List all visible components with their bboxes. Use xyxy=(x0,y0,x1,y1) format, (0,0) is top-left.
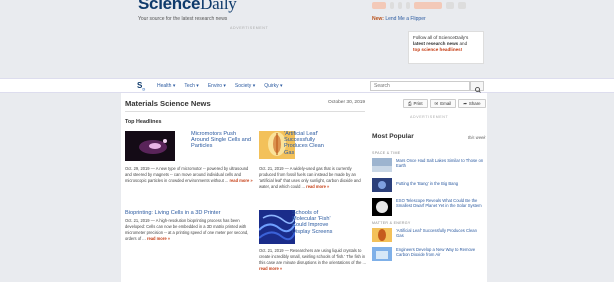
main-nav: SD Health ▾ Tech ▾ Enviro ▾ Society ▾ Qu… xyxy=(0,78,614,93)
most-popular-heading: Most Popular xyxy=(372,133,414,140)
popular-item[interactable]: ESO Telescope Reveals What Could Be the … xyxy=(396,198,484,208)
story-summary: Oct. 21, 2019 — A high-resolution biopri… xyxy=(125,218,249,241)
popular-item[interactable]: Putting the 'Bang' in the Big Bang xyxy=(396,181,484,186)
story-summary: Oct. 21, 2019 — A widely-used gas that i… xyxy=(259,166,361,189)
page-date: October 30, 2019 xyxy=(328,100,366,105)
popular-thumbnail[interactable] xyxy=(372,158,392,172)
popular-item[interactable]: 'Artificial Leaf' Successfully Produces … xyxy=(396,228,484,238)
read-more-link[interactable]: read more » xyxy=(306,184,329,189)
story-title[interactable]: Schools of Molecular 'Fish' Could Improv… xyxy=(292,210,342,235)
top-button[interactable] xyxy=(446,2,454,9)
popular-thumbnail[interactable] xyxy=(372,178,392,192)
read-more-link[interactable]: read more » xyxy=(229,178,252,183)
read-more-link[interactable]: read more » xyxy=(147,236,170,241)
category-label: MATTER & ENERGY xyxy=(372,221,411,225)
top-toolbar xyxy=(372,2,466,9)
story-title[interactable]: Micromotors Push Around Single Cells and… xyxy=(191,131,251,150)
follow-box: Follow all of ScienceDaily's latest rese… xyxy=(408,31,484,64)
email-icon: ✉ xyxy=(434,101,439,106)
new-label: New: xyxy=(372,16,384,22)
share-icon: ➦ xyxy=(463,101,467,106)
social-icon[interactable] xyxy=(406,2,410,9)
story-title[interactable]: Bioprinting: Living Cells in a 3D Printe… xyxy=(125,210,253,216)
popular-item[interactable]: Engineers Develop a New Way to Remove Ca… xyxy=(396,247,484,257)
story-thumbnail[interactable] xyxy=(259,210,295,244)
story-thumbnail[interactable] xyxy=(125,131,175,161)
advertisement-label: ADVERTISEMENT xyxy=(410,115,449,119)
story-summary: Oct. 29, 2019 — A new type of micromotor… xyxy=(125,166,253,183)
popular-item[interactable]: Mars Once Had Salt Lakes Similar to Thos… xyxy=(396,158,484,168)
site-logo[interactable]: ScienceDaily xyxy=(138,0,237,14)
site-tagline: Your source for the latest research news xyxy=(138,16,228,22)
nav-item-enviro[interactable]: Enviro ▾ xyxy=(208,83,226,89)
nav-item-tech[interactable]: Tech ▾ xyxy=(184,83,198,89)
social-icon[interactable] xyxy=(398,2,402,9)
site-header: ScienceDaily Your source for the latest … xyxy=(0,0,614,70)
main-content: Materials Science News October 30, 2019 … xyxy=(121,93,487,282)
nav-item-society[interactable]: Society ▾ xyxy=(235,83,255,89)
share-actions: ⎙ Print ✉ Email ➦ Share xyxy=(403,99,486,108)
print-button[interactable]: ⎙ Print xyxy=(403,99,428,108)
nav-menu: Health ▾ Tech ▾ Enviro ▾ Society ▾ Quirk… xyxy=(157,83,283,89)
print-icon: ⎙ xyxy=(408,101,412,106)
advertisement-label: ADVERTISEMENT xyxy=(230,26,269,30)
social-icon[interactable] xyxy=(390,2,394,9)
category-label: SPACE & TIME xyxy=(372,151,401,155)
read-more-link[interactable]: read more » xyxy=(259,266,282,271)
this-week-tab[interactable]: this week xyxy=(468,135,485,140)
divider xyxy=(125,111,365,112)
search-input[interactable] xyxy=(370,81,470,91)
subscribe-button[interactable] xyxy=(414,2,442,9)
popular-thumbnail[interactable] xyxy=(372,198,392,216)
share-button[interactable]: ➦ Share xyxy=(458,99,486,108)
search-button[interactable] xyxy=(470,81,484,93)
top-button[interactable] xyxy=(458,2,466,9)
popular-thumbnail[interactable] xyxy=(372,228,392,242)
popular-thumbnail[interactable] xyxy=(372,247,392,261)
news-column: Materials Science News October 30, 2019 … xyxy=(121,93,368,282)
nav-item-quirky[interactable]: Quirky ▾ xyxy=(264,83,282,89)
top-button[interactable] xyxy=(372,2,386,9)
new-feature-line: New: Lend Me a Flipper xyxy=(372,16,426,22)
new-feature-link[interactable]: Lend Me a Flipper xyxy=(385,16,425,22)
sidebar: ⎙ Print ✉ Email ➦ Share ADVERTISEMENT Most … xyxy=(368,93,487,282)
page-title: Materials Science News xyxy=(125,99,211,108)
email-button[interactable]: ✉ Email xyxy=(429,99,457,108)
story-title[interactable]: 'Artificial Leaf' Successfully Produces … xyxy=(284,131,334,156)
home-logo-icon[interactable]: SD xyxy=(137,81,145,92)
top-headlines-heading: Top Headlines xyxy=(125,119,162,125)
nav-item-health[interactable]: Health ▾ xyxy=(157,83,175,89)
story-summary: Oct. 21, 2019 — Researchers are using li… xyxy=(259,248,366,271)
